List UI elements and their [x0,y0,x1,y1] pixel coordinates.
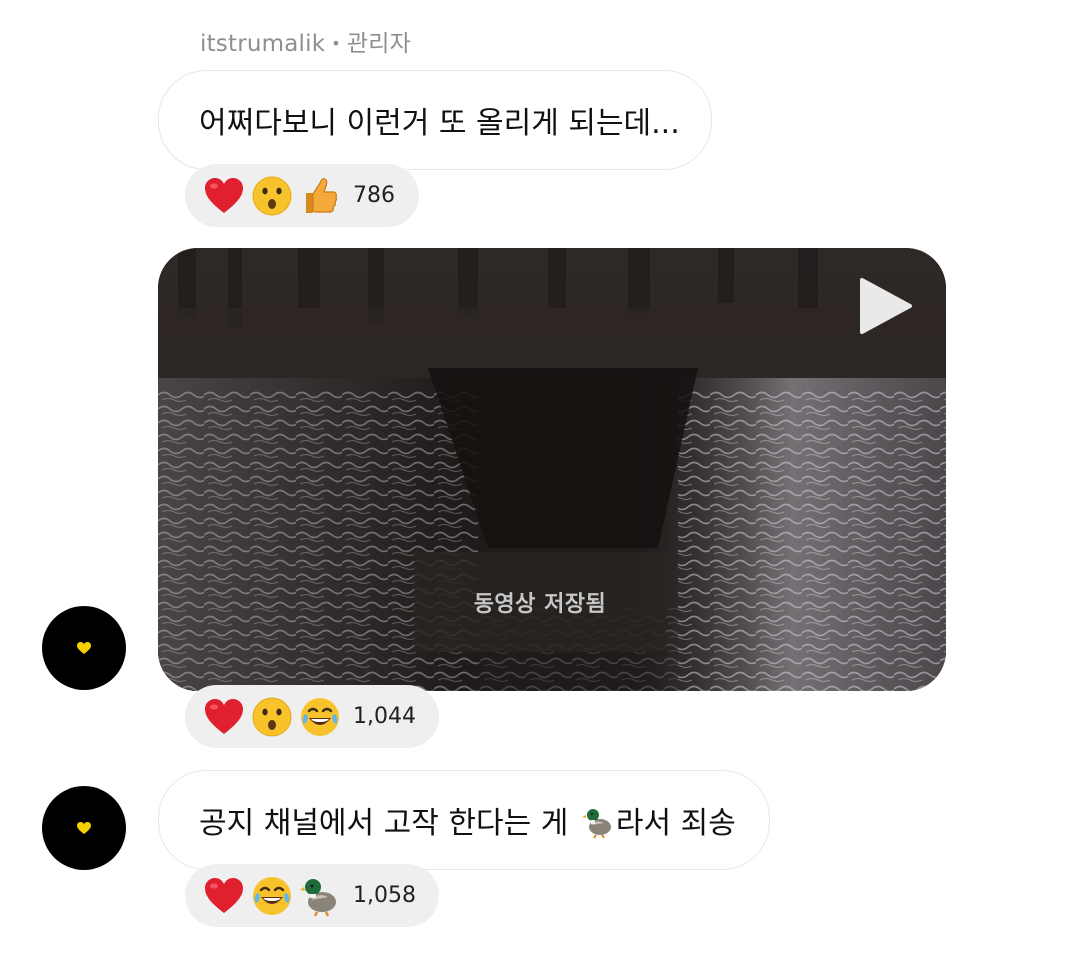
duck-icon [581,809,611,839]
message-text-before: 공지 채널에서 고작 한다는 게 [199,806,578,841]
play-icon[interactable] [858,276,914,336]
astonished-face-icon[interactable] [249,173,295,219]
duck-icon[interactable] [297,873,343,919]
yellow-heart-icon [77,822,91,834]
sender-username[interactable]: itstrumalik [200,31,325,57]
separator-dot: • [331,34,341,53]
heart-icon[interactable] [201,694,247,740]
tears-of-joy-face-icon[interactable] [249,873,295,919]
message-bubble[interactable]: 공지 채널에서 고작 한다는 게 라서 죄송 [158,770,770,870]
reaction-count: 786 [353,183,395,208]
video-attachment[interactable]: 동영상 저장됨 [158,248,946,691]
heart-icon[interactable] [201,873,247,919]
reaction-count: 1,044 [353,704,416,729]
yellow-heart-icon [77,642,91,654]
reaction-bar[interactable]: 786 [185,164,419,227]
heart-icon[interactable] [201,173,247,219]
sender-line: itstrumalik • 관리자 [200,24,411,58]
tears-of-joy-face-icon[interactable] [297,694,343,740]
message-text: 공지 채널에서 고작 한다는 게 라서 죄송 [199,798,736,842]
avatar[interactable] [42,786,126,870]
astonished-face-icon[interactable] [249,694,295,740]
message-text: 어쩌다보니 이런거 또 올리게 되는데... [199,106,680,141]
sender-role: 관리자 [346,31,411,57]
thumbs-up-icon[interactable] [297,173,343,219]
avatar[interactable] [42,606,126,690]
reaction-count: 1,058 [353,883,416,908]
video-saved-label: 동영상 저장됨 [414,552,666,652]
message-text-after: 라서 죄송 [615,806,736,841]
reaction-bar[interactable]: 1,044 [185,685,439,748]
reaction-bar[interactable]: 1,058 [185,864,439,927]
message-bubble[interactable]: 어쩌다보니 이런거 또 올리게 되는데... [158,70,712,170]
